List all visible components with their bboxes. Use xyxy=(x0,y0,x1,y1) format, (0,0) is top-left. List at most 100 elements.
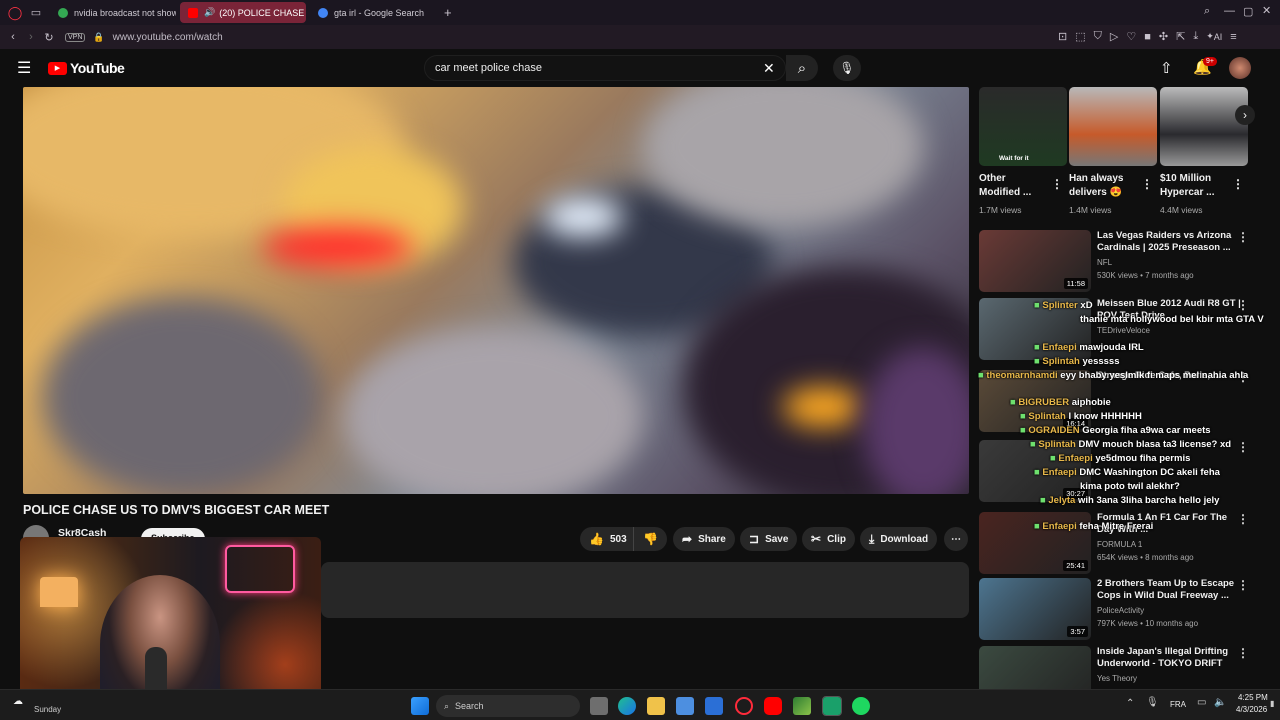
short-title[interactable]: Other xyxy=(979,173,1006,184)
channel-name[interactable]: Yes Theory xyxy=(1097,673,1257,685)
tray-expand-icon[interactable]: ⌃ xyxy=(1126,698,1134,709)
taskbar-search[interactable]: ⌕ Search xyxy=(436,695,580,717)
video-menu-icon[interactable]: ⋮ xyxy=(1237,230,1249,244)
video-title[interactable]: Las Vegas Raiders vs Arizona Cardinals |… xyxy=(1097,230,1247,254)
youtube-app-icon[interactable] xyxy=(764,697,782,715)
share-button[interactable]: ➦ Share xyxy=(673,527,735,551)
video-menu-icon[interactable]: ⋮ xyxy=(1237,298,1249,312)
forward-icon[interactable]: › xyxy=(23,31,39,43)
workspace-icon[interactable]: ▭ xyxy=(26,6,46,19)
like-button[interactable]: 👍 503 xyxy=(580,527,636,551)
vpn-badge[interactable]: VPN xyxy=(65,32,86,42)
video-title[interactable]: Inside Japan's Illegal Drifting Underwor… xyxy=(1097,646,1247,670)
channel-name[interactable]: TEDriveVeloce xyxy=(1097,325,1257,337)
video-title[interactable]: 2 Brothers Team Up to Escape Cops in Wil… xyxy=(1097,578,1247,602)
channel-name[interactable]: FORMULA 1 xyxy=(1097,539,1257,551)
game-launcher-icon[interactable] xyxy=(793,697,811,715)
display-tray-icon[interactable]: ▭ xyxy=(1197,697,1206,708)
opera-icon[interactable] xyxy=(735,697,753,715)
search-tabs-icon[interactable]: ⌕ xyxy=(1204,5,1210,18)
heart-icon[interactable]: ♡ xyxy=(1126,30,1136,43)
speaker-icon[interactable]: 🔊 xyxy=(204,7,215,18)
avatar[interactable] xyxy=(1229,57,1251,79)
clip-button[interactable]: ✂ Clip xyxy=(802,527,855,551)
player-icon[interactable]: ▷ xyxy=(1110,30,1118,43)
store-icon[interactable] xyxy=(676,697,694,715)
short-title[interactable]: Han always xyxy=(1069,173,1123,184)
notification-center-icon[interactable]: ▮ xyxy=(1270,699,1274,708)
volume-icon[interactable]: 🔈 xyxy=(1214,697,1226,708)
channel-name[interactable]: PoliceActivity xyxy=(1097,605,1257,617)
short-menu-icon[interactable]: ⋮ xyxy=(1232,177,1244,191)
short-title[interactable]: Hypercar ... xyxy=(1160,187,1214,198)
short-menu-icon[interactable]: ⋮ xyxy=(1051,177,1063,191)
url-field[interactable]: www.youtube.com/watch xyxy=(113,32,223,43)
menu-icon[interactable]: ≡ xyxy=(1230,30,1236,43)
download-button[interactable]: ⤓ Download xyxy=(860,527,938,551)
video-menu-icon[interactable]: ⋮ xyxy=(1237,440,1249,454)
chat-message: ■ OGRAIDEN Georgia fiha a9wa car meets xyxy=(1020,425,1211,436)
mail-icon[interactable] xyxy=(705,697,723,715)
new-tab-plus-icon[interactable]: + xyxy=(444,5,452,20)
tab-google-search[interactable]: gta irl - Google Search xyxy=(310,2,436,23)
video-thumbnail[interactable]: 11:58 xyxy=(979,230,1091,292)
short-views: 4.4M views xyxy=(1160,205,1203,215)
search-input[interactable]: car meet police chase xyxy=(424,55,786,81)
hamburger-menu-icon[interactable]: ☰ xyxy=(17,58,31,78)
bookmark-icon[interactable]: ⊡ xyxy=(1058,30,1067,43)
short-title[interactable]: $10 Million xyxy=(1160,173,1211,184)
upload-icon[interactable]: ⇧ xyxy=(1160,59,1173,77)
clock-date[interactable]: 4/3/2026 xyxy=(1236,705,1267,714)
ai-icon[interactable]: ✦ AI xyxy=(1206,30,1222,43)
tab-youtube[interactable]: 🔊 (20) POLICE CHASE U xyxy=(180,2,306,23)
clock-time[interactable]: 4:25 PM xyxy=(1238,693,1268,702)
shield-icon[interactable]: ⛉ xyxy=(1094,30,1102,43)
edge-icon[interactable] xyxy=(618,697,636,715)
video-menu-icon[interactable]: ⋮ xyxy=(1237,646,1249,660)
task-view-icon[interactable] xyxy=(590,697,608,715)
short-title[interactable]: Modified ... xyxy=(979,187,1031,198)
search-button[interactable]: ⌕ xyxy=(786,55,818,81)
download-icon[interactable]: ⤓ xyxy=(1193,30,1198,43)
dislike-button[interactable]: 👎 xyxy=(633,527,667,551)
snapshot-icon[interactable]: ⬚ xyxy=(1075,30,1085,43)
start-icon[interactable] xyxy=(411,697,429,715)
short-title[interactable]: delivers 😍 xyxy=(1069,187,1122,198)
video-player[interactable] xyxy=(23,87,969,494)
recommended-video[interactable]: 3:57 2 Brothers Team Up to Escape Cops in… xyxy=(979,578,1269,642)
shorts-next-button[interactable]: › xyxy=(1235,105,1255,125)
clear-search-icon[interactable]: ✕ xyxy=(763,60,775,77)
weather-icon[interactable]: ☁ xyxy=(13,696,23,707)
short-thumbnail[interactable] xyxy=(1069,87,1157,166)
tab-nvidia[interactable]: nvidia broadcast not show xyxy=(50,2,176,23)
close-window-icon[interactable]: ✕ xyxy=(1262,4,1271,17)
opera-logo-icon[interactable]: ◯ xyxy=(4,5,26,21)
channel-name[interactable]: NFL xyxy=(1097,257,1257,269)
language-indicator[interactable]: FRA xyxy=(1170,700,1186,709)
back-icon[interactable]: ‹ xyxy=(3,31,23,43)
file-explorer-icon[interactable] xyxy=(647,697,665,715)
minimize-icon[interactable]: — xyxy=(1224,5,1235,17)
spotify-icon[interactable] xyxy=(852,697,870,715)
short-menu-icon[interactable]: ⋮ xyxy=(1141,177,1153,191)
short-thumbnail[interactable]: Wait for it xyxy=(979,87,1067,166)
video-menu-icon[interactable]: ⋮ xyxy=(1237,512,1249,526)
browser-tab-bar: ◯ ▭ nvidia broadcast not show 🔊 (20) POLI… xyxy=(0,0,1280,25)
save-button[interactable]: ⊐ Save xyxy=(740,527,798,551)
video-menu-icon[interactable]: ⋮ xyxy=(1237,578,1249,592)
more-actions-button[interactable]: ⋯ xyxy=(944,527,968,551)
microphone-tray-icon[interactable]: 🎙 xyxy=(1146,697,1159,708)
short-thumbnail[interactable] xyxy=(1160,87,1248,166)
youtube-logo[interactable]: ▶ YouTube xyxy=(48,60,125,76)
voice-search-button[interactable]: 🎙 xyxy=(833,55,861,81)
maximize-icon[interactable]: ▢ xyxy=(1243,5,1253,18)
description-box[interactable] xyxy=(321,562,969,618)
obs-icon[interactable] xyxy=(822,696,842,716)
extension-icon[interactable]: ■ xyxy=(1144,30,1151,43)
share-icon[interactable]: ⇱ xyxy=(1176,30,1185,43)
reload-icon[interactable]: ↻ xyxy=(39,31,59,44)
weather-label[interactable]: Sunday xyxy=(34,705,61,714)
recommended-video[interactable]: 11:58 Las Vegas Raiders vs Arizona Cardin… xyxy=(979,230,1269,294)
puzzle-icon[interactable]: ✣ xyxy=(1159,30,1168,43)
video-thumbnail[interactable]: 3:57 xyxy=(979,578,1091,640)
